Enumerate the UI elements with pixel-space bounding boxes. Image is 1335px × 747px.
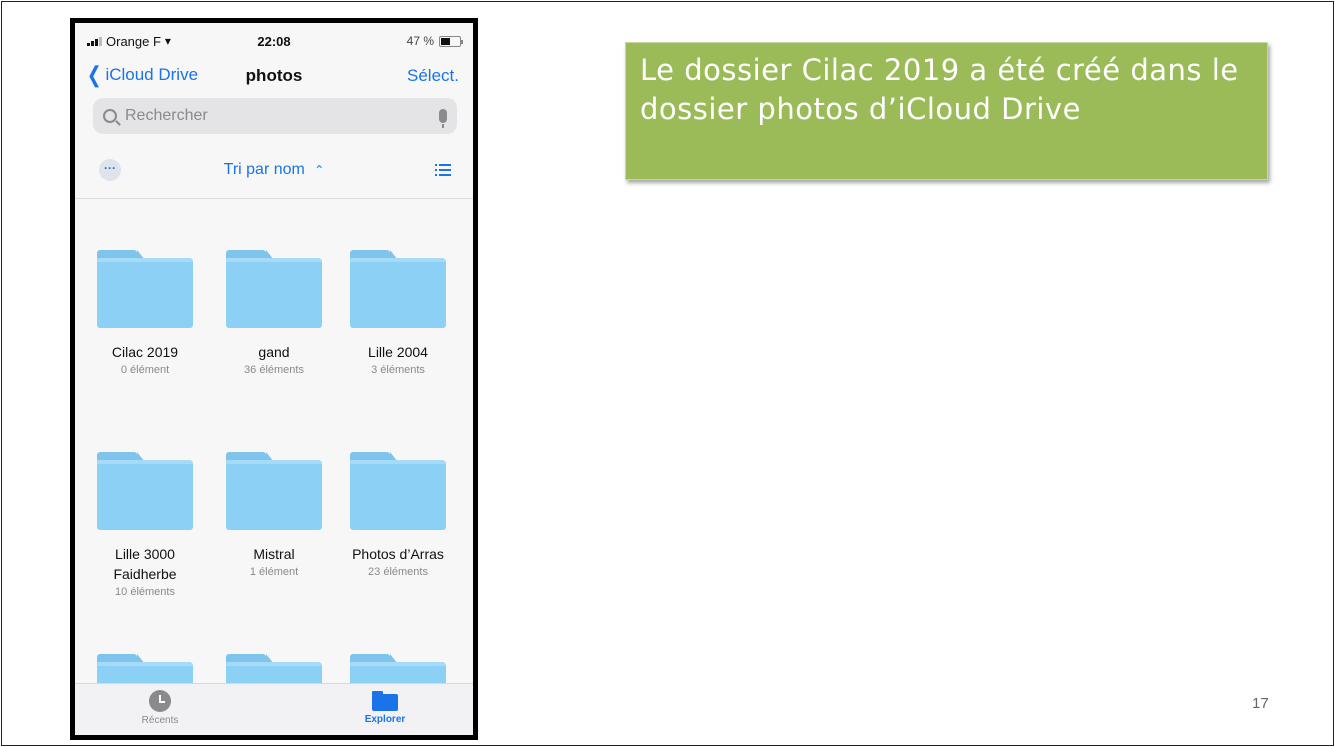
folder-name: Lille 2004 [368,344,428,360]
navigation-bar: ❮ iCloud Drive photos Sélect. [75,59,473,95]
folder-count: 10 éléments [115,586,175,598]
folder-icon [226,452,322,530]
list-view-icon[interactable] [435,163,451,177]
folder-count: 3 éléments [371,364,425,376]
tab-recents[interactable]: Récents [105,690,215,726]
status-bar: Orange F ▾ 22:08 47 % [75,23,473,59]
clock-icon [149,690,171,712]
search-input[interactable] [125,107,439,125]
battery-icon [439,35,463,47]
folder-item[interactable]: Photos d’Arras 23 éléments [333,452,463,580]
folder-name-line-2: Faidherbe [113,566,177,582]
folder-icon [226,250,322,328]
folder-item[interactable]: Mistral 1 élément [209,452,339,580]
folder-name: Mistral [253,546,295,562]
folder-name: Photos d’Arras [352,546,444,562]
tab-explorer[interactable]: Explorer [330,690,440,725]
toolbar-divider [75,198,473,199]
search-icon [103,109,117,123]
folder-count: 0 élément [120,364,170,376]
folder-name: gand [258,344,290,360]
tab-bar: Récents Explorer [75,683,473,735]
folder-name: Cilac 2019 [111,344,179,360]
files-toolbar: ··· Tri par nom ⌃ [75,155,473,185]
status-right: 47 % [406,34,463,48]
search-bar[interactable] [93,98,457,134]
chevron-up-icon: ⌃ [314,163,325,177]
tab-explorer-label: Explorer [364,714,406,725]
caption-text: Le dossier Cilac 2019 a été créé dans le… [640,53,1239,126]
battery-percent: 47 % [406,34,434,48]
tab-recents-label: Récents [141,715,179,726]
folder-count: 23 éléments [368,566,428,578]
slide: Orange F ▾ 22:08 47 % ❮ iCloud Drive pho… [1,1,1334,746]
folder-icon [350,250,446,328]
microphone-icon[interactable] [439,109,447,128]
folder-icon [350,452,446,530]
folder-icon [372,691,398,711]
caption-box: Le dossier Cilac 2019 a été créé dans le… [625,42,1268,180]
folder-name: Lille 3000 [115,546,175,562]
files-app-screen: Orange F ▾ 22:08 47 % ❮ iCloud Drive pho… [75,23,473,735]
folder-count: 36 éléments [244,364,304,376]
folder-item[interactable]: Cilac 2019 0 élément [80,250,210,378]
folder-item[interactable]: Lille 2004 3 éléments [333,250,463,378]
sort-button[interactable]: Tri par nom ⌃ [75,161,473,179]
sort-label: Tri par nom [223,161,305,178]
folder-count: 1 élément [249,566,299,578]
select-button[interactable]: Sélect. [407,66,459,86]
folder-item[interactable]: Lille 3000 Faidherbe 10 éléments [80,452,210,600]
folder-icon [97,250,193,328]
slide-number: 17 [1252,695,1269,712]
phone-screenshot: Orange F ▾ 22:08 47 % ❮ iCloud Drive pho… [70,18,478,740]
folder-item[interactable]: gand 36 éléments [209,250,339,378]
folder-icon [97,452,193,530]
